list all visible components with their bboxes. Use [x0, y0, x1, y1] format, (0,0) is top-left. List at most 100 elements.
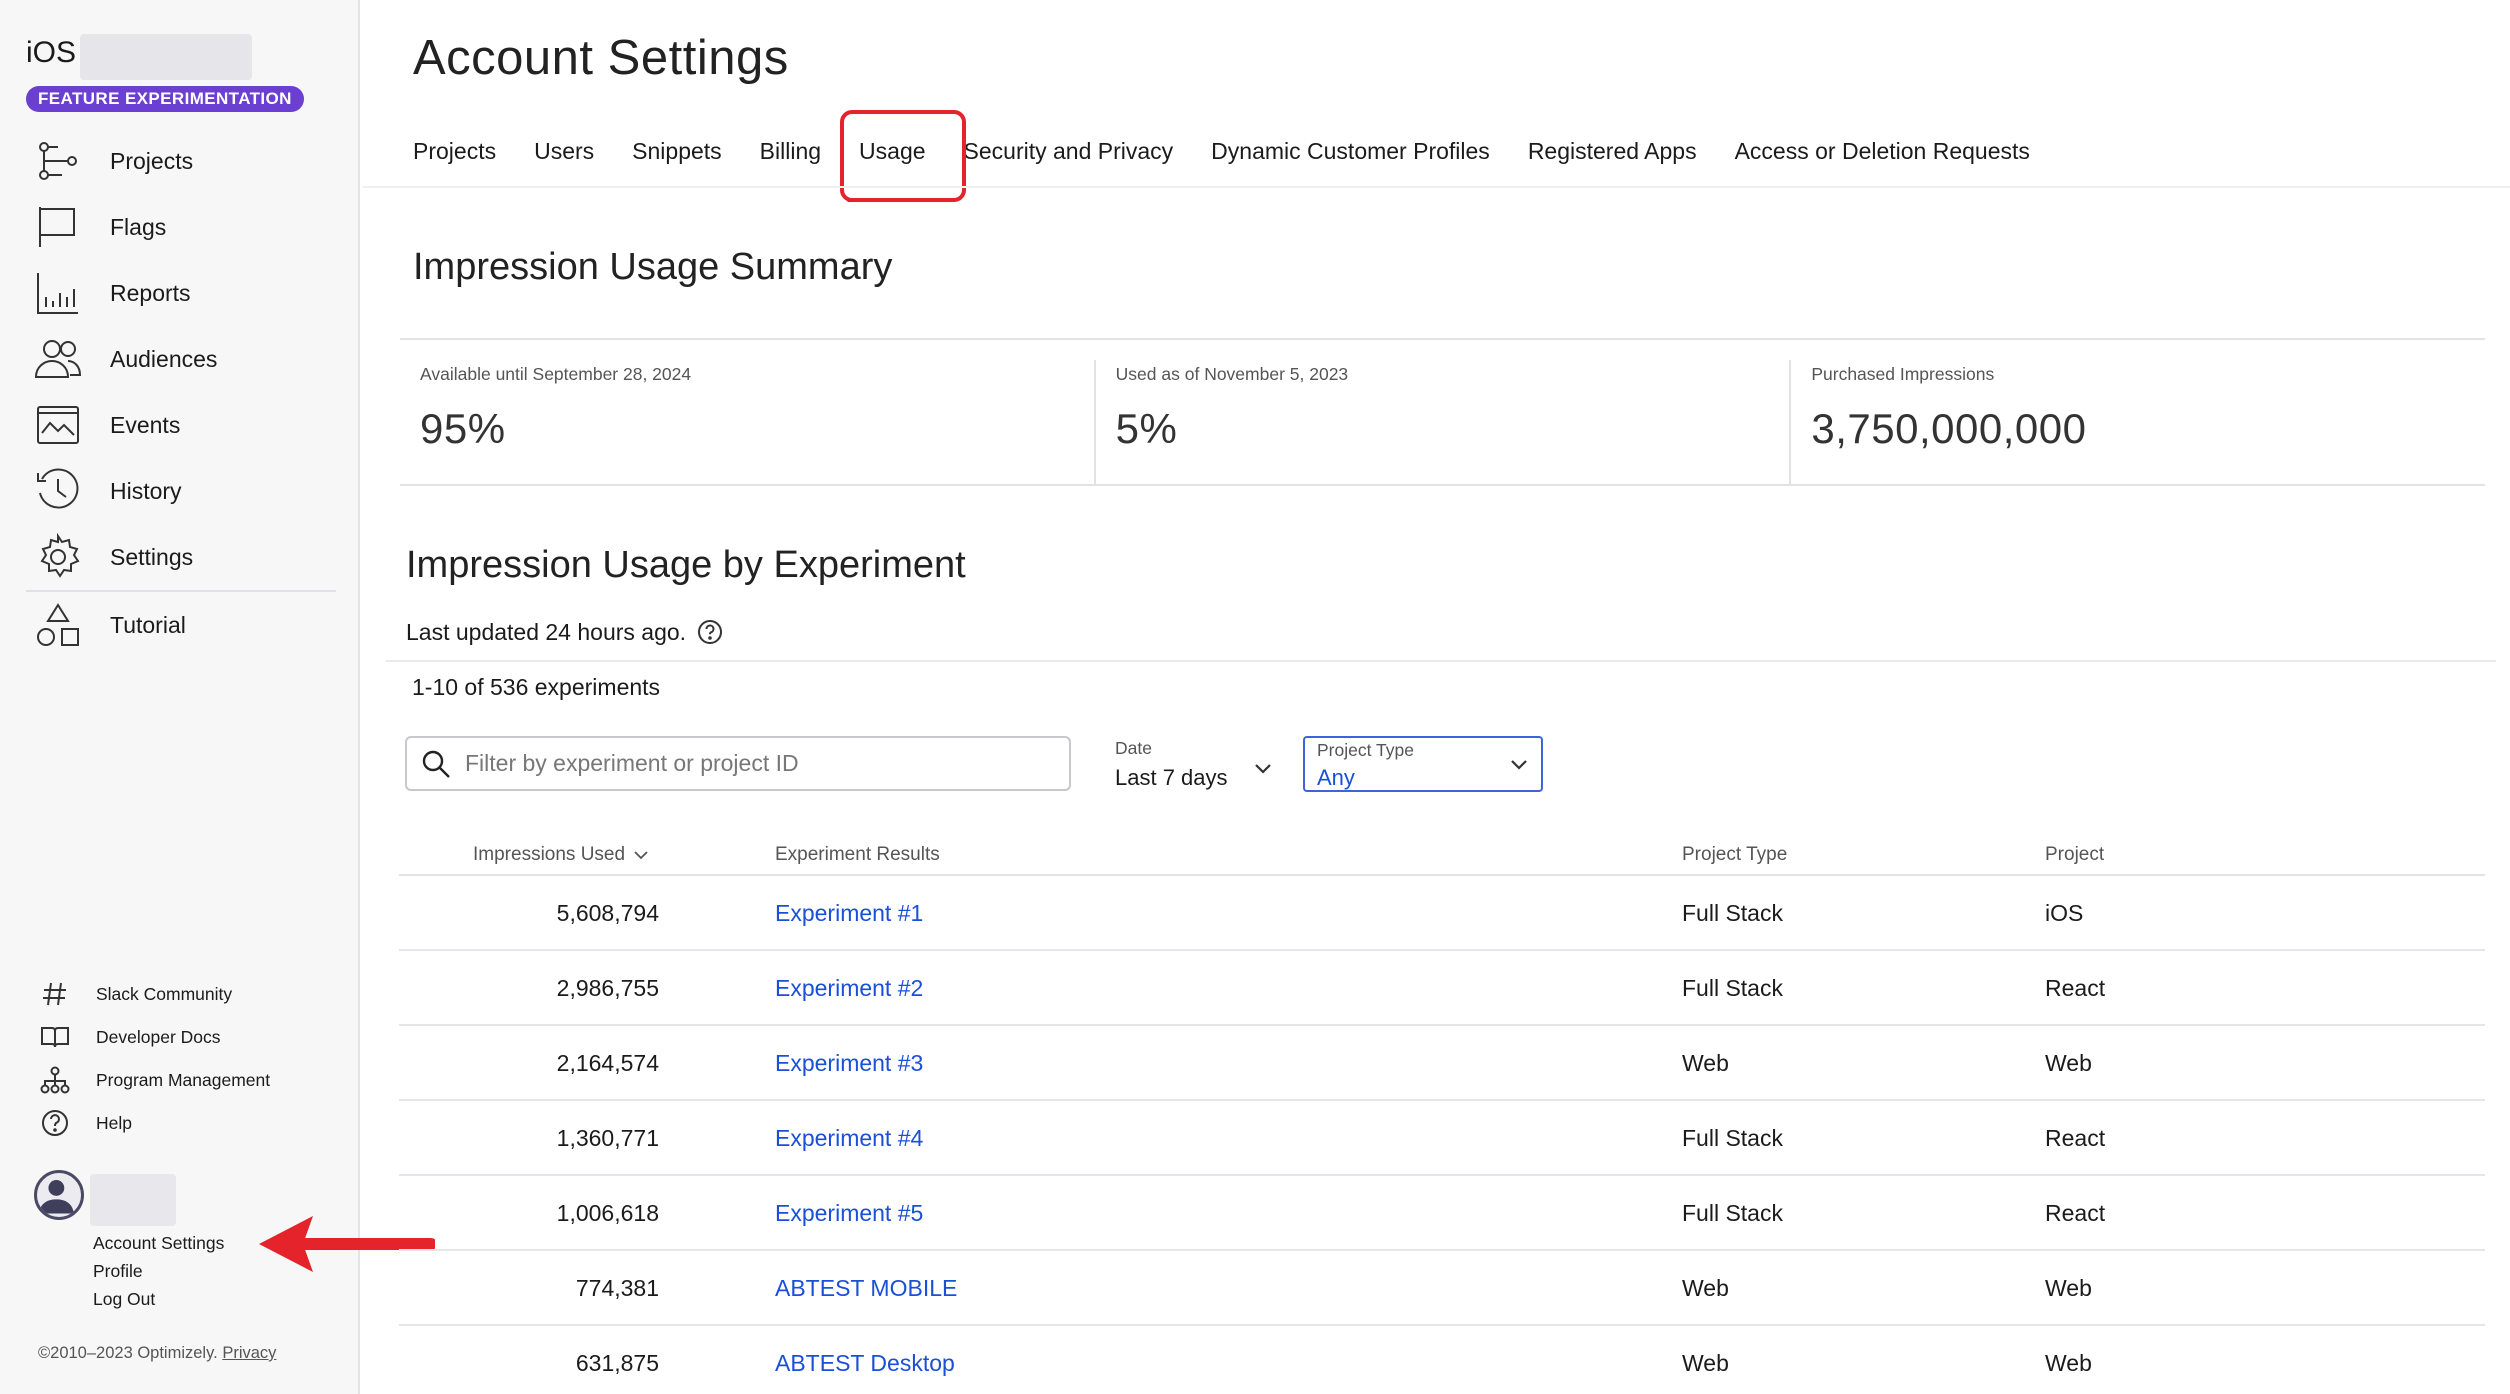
column-header-label: Impressions Used [473, 844, 626, 865]
table-row: 774,381 ABTEST MOBILE Web Web [399, 1251, 2485, 1326]
summary-value: 95% [420, 405, 506, 452]
tab-dynamic-customer-profiles[interactable]: Dynamic Customer Profiles [1211, 138, 1490, 186]
project-cell: React [2045, 1125, 2106, 1151]
experiment-link[interactable]: Experiment #2 [775, 975, 923, 1002]
sidebar-item-label: Audiences [110, 345, 218, 372]
sidebar-item-tutorial[interactable]: Tutorial [34, 598, 334, 652]
impressions-cell: 1,360,771 [556, 1125, 659, 1151]
project-cell: Web [2045, 1275, 2092, 1301]
footer-link-slack[interactable]: Slack Community [40, 976, 340, 1012]
profile-link[interactable]: Profile [93, 1261, 143, 1282]
book-icon [41, 1027, 69, 1048]
footer-link-program-management[interactable]: Program Management [40, 1062, 340, 1098]
experiment-link[interactable]: ABTEST MOBILE [775, 1275, 957, 1302]
tab-security-and-privacy[interactable]: Security and Privacy [964, 138, 1174, 186]
summary-caption: Available until September 28, 2024 [420, 364, 692, 384]
chevron-down-icon [1511, 760, 1527, 770]
last-updated-text: Last updated 24 hours ago. [406, 618, 687, 645]
avatar[interactable] [34, 1170, 84, 1220]
usage-summary: Available until September 28, 2024 95% U… [400, 338, 2485, 486]
footer-link-help[interactable]: Help [40, 1105, 340, 1141]
sidebar-item-events[interactable]: Events [34, 398, 334, 452]
project-cell: Web [2045, 1050, 2092, 1076]
impressions-cell: 774,381 [575, 1275, 659, 1301]
sidebar-item-label: Flags [110, 213, 167, 240]
projects-icon [39, 142, 77, 180]
project-cell: React [2045, 1200, 2106, 1226]
date-filter[interactable]: Date Last 7 days [1115, 738, 1275, 792]
impressions-cell: 5,608,794 [556, 900, 659, 926]
footer-link-label: Developer Docs [96, 1026, 221, 1047]
project-name[interactable]: iOS [26, 36, 76, 70]
project-type-cell: Web [1682, 1275, 1729, 1301]
column-header-project: Project [2045, 844, 2105, 865]
tab-access-or-deletion-requests[interactable]: Access or Deletion Requests [1735, 138, 2030, 186]
help-icon [42, 1110, 68, 1136]
impressions-cell: 2,986,755 [556, 975, 659, 1001]
copyright-text: ©2010–2023 Optimizely. [38, 1344, 218, 1362]
project-cell: Web [2045, 1350, 2092, 1376]
table-row: 631,875 ABTEST Desktop Web Web [399, 1326, 2485, 1394]
sidebar-item-history[interactable]: History [34, 464, 334, 518]
sidebar-item-settings[interactable]: Settings [34, 530, 334, 584]
experiment-link[interactable]: ABTEST Desktop [775, 1350, 955, 1377]
nav-divider [26, 590, 336, 592]
tutorial-icon [37, 603, 79, 646]
sidebar-item-label: Projects [110, 147, 194, 174]
project-cell: React [2045, 975, 2106, 1001]
chevron-down-icon [1255, 764, 1271, 774]
project-type-cell: Full Stack [1682, 900, 1783, 926]
result-count: 1-10 of 536 experiments [412, 674, 661, 700]
footer-link-docs[interactable]: Developer Docs [40, 1019, 340, 1055]
summary-purchased: Purchased Impressions 3,750,000,000 [1789, 360, 2485, 484]
project-type-cell: Full Stack [1682, 1125, 1783, 1151]
project-type-filter[interactable]: Project Type Any [1303, 736, 1543, 792]
history-icon [37, 468, 79, 509]
events-icon [37, 406, 79, 444]
column-header-project-type: Project Type [1682, 844, 1788, 865]
tab-billing[interactable]: Billing [760, 138, 821, 186]
experiment-link[interactable]: Experiment #4 [775, 1125, 923, 1152]
privacy-link[interactable]: Privacy [222, 1344, 276, 1362]
help-icon[interactable] [696, 618, 724, 646]
tab-users[interactable]: Users [534, 138, 594, 186]
summary-caption: Used as of November 5, 2023 [1115, 364, 1349, 384]
experiment-link[interactable]: Experiment #5 [775, 1200, 923, 1227]
account-settings-link[interactable]: Account Settings [93, 1233, 224, 1254]
user-icon [38, 1180, 74, 1214]
search-icon [422, 750, 450, 778]
org-chart-icon [40, 1066, 70, 1094]
summary-value: 5% [1115, 405, 1178, 452]
table-header: Impressions Used Experiment Results Proj… [399, 836, 2485, 876]
table-row: 1,006,618 Experiment #5 Full Stack React [399, 1176, 2485, 1251]
user-name-redacted [90, 1174, 176, 1226]
sidebar-item-reports[interactable]: Reports [34, 266, 334, 320]
tab-snippets[interactable]: Snippets [632, 138, 722, 186]
search-input[interactable] [465, 750, 1055, 777]
experiment-link[interactable]: Experiment #1 [775, 900, 923, 927]
project-type-cell: Web [1682, 1350, 1729, 1376]
table-row: 5,608,794 Experiment #1 Full Stack iOS [399, 876, 2485, 951]
product-badge: FEATURE EXPERIMENTATION [26, 86, 304, 112]
sidebar-item-label: Settings [110, 543, 194, 570]
tab-registered-apps[interactable]: Registered Apps [1528, 138, 1697, 186]
sidebar-item-audiences[interactable]: Audiences [34, 332, 334, 386]
summary-caption: Purchased Impressions [1811, 364, 1995, 384]
experiment-link[interactable]: Experiment #3 [775, 1050, 923, 1077]
sidebar-item-projects[interactable]: Projects [34, 134, 334, 188]
table-row: 1,360,771 Experiment #4 Full Stack React [399, 1101, 2485, 1176]
tab-projects[interactable]: Projects [413, 138, 496, 186]
section-divider [386, 660, 2496, 662]
hash-icon [43, 982, 66, 1006]
audiences-icon [34, 340, 82, 378]
gear-icon [40, 533, 80, 578]
column-header-impressions[interactable]: Impressions Used [473, 844, 651, 866]
tab-annotation-box [840, 110, 966, 202]
project-type-cell: Full Stack [1682, 1200, 1783, 1226]
search-box[interactable] [405, 736, 1071, 791]
footer-link-label: Program Management [96, 1069, 271, 1090]
project-cell: iOS [2045, 900, 2084, 926]
summary-value: 3,750,000,000 [1811, 405, 2087, 452]
sidebar-item-flags[interactable]: Flags [34, 200, 334, 254]
logout-link[interactable]: Log Out [93, 1289, 155, 1310]
